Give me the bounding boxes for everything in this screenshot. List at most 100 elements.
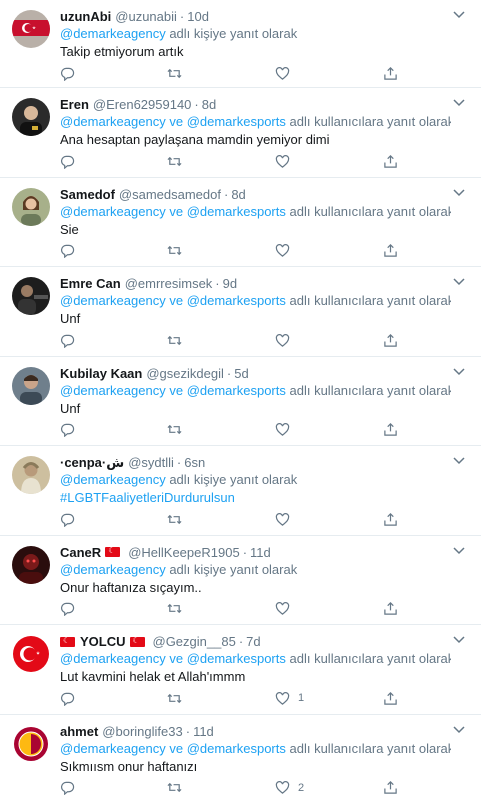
- like-button[interactable]: 2: [275, 780, 304, 796]
- mention-link[interactable]: @demarkeagency: [60, 741, 166, 756]
- user-name[interactable]: ·cenpa·ش: [60, 455, 124, 471]
- reply-button[interactable]: [60, 780, 83, 796]
- chevron-down-icon[interactable]: [451, 6, 467, 22]
- timestamp[interactable]: 9d: [223, 276, 237, 291]
- like-button[interactable]: [275, 422, 298, 438]
- user-handle[interactable]: @Gezgin__85: [153, 634, 236, 649]
- avatar[interactable]: [12, 187, 50, 226]
- user-handle[interactable]: @emrresimsek: [125, 276, 213, 291]
- like-button[interactable]: [275, 243, 298, 259]
- reply-button[interactable]: [60, 601, 83, 617]
- avatar[interactable]: [12, 635, 50, 673]
- mention-link[interactable]: @demarkeagency: [60, 204, 166, 219]
- share-button[interactable]: [383, 332, 398, 348]
- user-name[interactable]: CaneR: [60, 545, 101, 560]
- mention-link[interactable]: @demarkeagency: [60, 562, 166, 577]
- reply-button[interactable]: [60, 511, 83, 527]
- tweet-item[interactable]: Samedof @samedsamedof · 8d @demarkeagenc…: [0, 178, 481, 267]
- timestamp[interactable]: 5d: [234, 366, 248, 381]
- mention-link[interactable]: @demarkesports: [187, 741, 286, 756]
- mention-link[interactable]: @demarkesports: [187, 651, 286, 666]
- share-button[interactable]: [383, 243, 398, 259]
- user-handle[interactable]: @gsezikdegil: [146, 366, 224, 381]
- mention-link[interactable]: @demarkeagency: [60, 293, 166, 308]
- share-button[interactable]: [383, 690, 398, 706]
- chevron-down-icon[interactable]: [451, 273, 467, 289]
- reply-button[interactable]: [60, 690, 83, 706]
- like-button[interactable]: [275, 65, 298, 81]
- mention-link[interactable]: @demarkeagency: [60, 114, 166, 129]
- mention-link[interactable]: @demarkeagency: [60, 383, 166, 398]
- mention-link[interactable]: @demarkeagency: [60, 472, 166, 487]
- timestamp[interactable]: 11d: [250, 545, 271, 560]
- mention-link[interactable]: @demarkeagency: [60, 26, 166, 41]
- user-name[interactable]: Eren: [60, 97, 89, 112]
- tweet-item[interactable]: Emre Can @emrresimsek · 9d @demarkeagenc…: [0, 267, 481, 357]
- retweet-button[interactable]: [167, 153, 182, 169]
- share-button[interactable]: [383, 65, 398, 81]
- avatar[interactable]: [12, 456, 50, 494]
- user-name[interactable]: ahmet: [60, 724, 98, 739]
- timestamp[interactable]: 10d: [187, 9, 209, 24]
- tweet-item[interactable]: Kubilay Kaan @gsezikdegil · 5d @demarkea…: [0, 357, 481, 446]
- user-handle[interactable]: @Eren62959140: [93, 97, 192, 112]
- hashtag-link[interactable]: #LGBTFaaliyetleriDurdurulsun: [60, 489, 451, 507]
- chevron-down-icon[interactable]: [451, 363, 467, 379]
- mention-link[interactable]: @demarkesports: [187, 204, 286, 219]
- tweet-item[interactable]: ·cenpa·ش @sydtlli · 6sn @demarkeagency a…: [0, 446, 481, 536]
- share-button[interactable]: [383, 153, 398, 169]
- mention-link[interactable]: @demarkesports: [187, 383, 286, 398]
- user-handle[interactable]: @samedsamedof: [119, 187, 221, 202]
- timestamp[interactable]: 8d: [202, 97, 216, 112]
- retweet-button[interactable]: [167, 690, 182, 706]
- reply-button[interactable]: [60, 332, 83, 348]
- avatar[interactable]: [12, 366, 50, 405]
- mention-link[interactable]: @demarkesports: [187, 114, 286, 129]
- tweet-item[interactable]: ahmet @boringlife33 · 11d @demarkeagency…: [0, 715, 481, 800]
- reply-button[interactable]: [60, 243, 83, 259]
- retweet-button[interactable]: [167, 601, 182, 617]
- user-handle[interactable]: @HellKeepeR1905: [128, 545, 240, 560]
- retweet-button[interactable]: [167, 332, 182, 348]
- mention-link[interactable]: @demarkeagency: [60, 651, 166, 666]
- like-button[interactable]: [275, 153, 298, 169]
- like-button[interactable]: [275, 601, 298, 617]
- mention-link[interactable]: @demarkesports: [187, 293, 286, 308]
- share-button[interactable]: [383, 601, 398, 617]
- like-button[interactable]: [275, 332, 298, 348]
- avatar[interactable]: [12, 724, 50, 763]
- chevron-down-icon[interactable]: [451, 631, 467, 647]
- share-button[interactable]: [383, 422, 398, 438]
- share-button[interactable]: [383, 780, 398, 796]
- timestamp[interactable]: 11d: [193, 724, 214, 739]
- user-handle[interactable]: @uzunabii: [115, 9, 177, 24]
- tweet-item[interactable]: CaneR @HellKeepeR1905 · 11d @demarkeagen…: [0, 536, 481, 625]
- retweet-button[interactable]: [167, 243, 182, 259]
- tweet-item[interactable]: Eren @Eren62959140 · 8d @demarkeagency v…: [0, 88, 481, 178]
- tweet-item[interactable]: YOLCU @Gezgin__85 · 7d @demarkeagency ve…: [0, 625, 481, 715]
- retweet-button[interactable]: [167, 511, 182, 527]
- chevron-down-icon[interactable]: [451, 542, 467, 558]
- avatar[interactable]: [12, 545, 50, 584]
- avatar[interactable]: [12, 10, 50, 48]
- like-button[interactable]: 1: [275, 690, 304, 706]
- retweet-button[interactable]: [167, 780, 182, 796]
- user-name[interactable]: Kubilay Kaan: [60, 366, 142, 381]
- chevron-down-icon[interactable]: [451, 184, 467, 200]
- like-button[interactable]: [275, 511, 298, 527]
- user-name[interactable]: Emre Can: [60, 276, 121, 291]
- chevron-down-icon[interactable]: [451, 452, 467, 468]
- user-handle[interactable]: @sydtlli: [128, 455, 174, 470]
- user-name[interactable]: uzunAbi: [60, 9, 111, 24]
- chevron-down-icon[interactable]: [451, 94, 467, 110]
- user-name[interactable]: YOLCU: [80, 634, 126, 649]
- retweet-button[interactable]: [167, 65, 182, 81]
- timestamp[interactable]: 6sn: [184, 455, 205, 470]
- reply-button[interactable]: [60, 422, 83, 438]
- user-name[interactable]: Samedof: [60, 187, 115, 202]
- avatar[interactable]: [12, 277, 50, 315]
- user-handle[interactable]: @boringlife33: [102, 724, 182, 739]
- tweet-item[interactable]: uzunAbi @uzunabii · 10d @demarkeagency a…: [0, 0, 481, 88]
- avatar[interactable]: [12, 98, 50, 136]
- reply-button[interactable]: [60, 65, 83, 81]
